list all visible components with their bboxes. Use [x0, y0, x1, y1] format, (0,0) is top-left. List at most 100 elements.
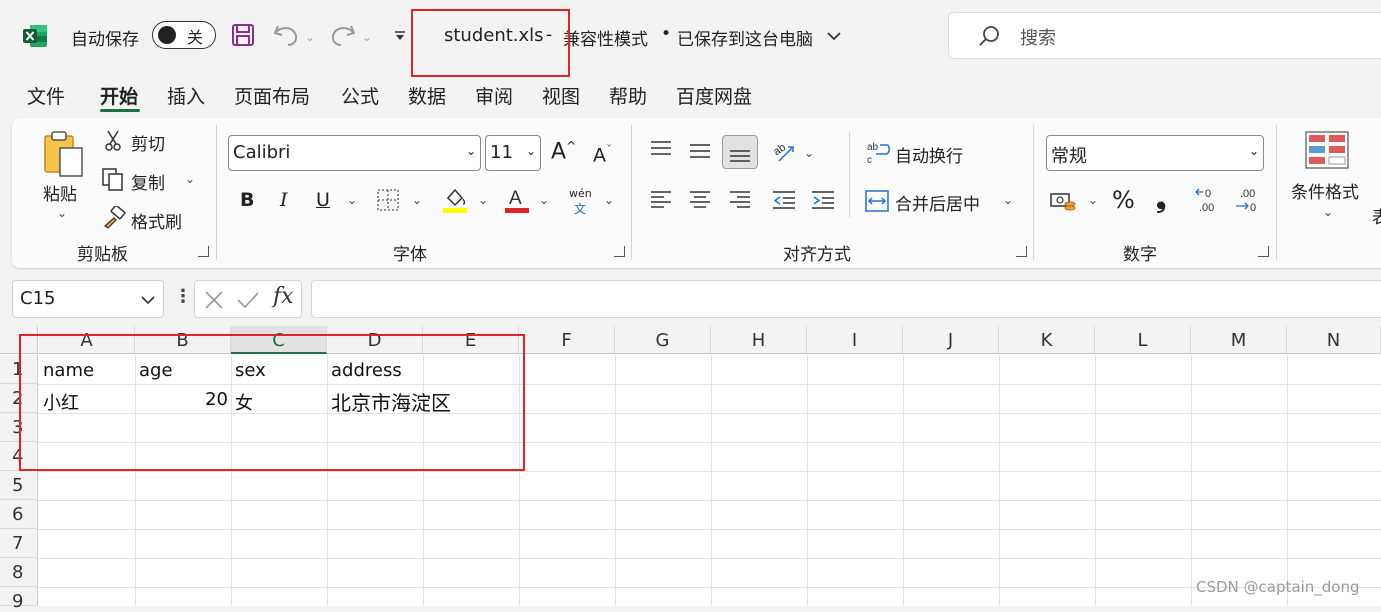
undo-dropdown-icon[interactable]: ⌄	[305, 30, 315, 44]
underline-button[interactable]: U	[316, 189, 330, 211]
align-right-icon[interactable]	[729, 190, 751, 210]
group-divider	[1276, 125, 1277, 260]
column-header-l[interactable]: L	[1095, 326, 1191, 354]
column-header-m[interactable]: M	[1191, 326, 1287, 354]
column-header-k[interactable]: K	[999, 326, 1095, 354]
format-painter-icon[interactable]	[102, 206, 126, 230]
tab-review[interactable]: 审阅	[475, 82, 513, 109]
paste-dropdown-icon[interactable]: ⌄	[57, 206, 67, 220]
row-header-5[interactable]: 5	[0, 471, 38, 500]
undo-icon[interactable]	[272, 22, 300, 48]
underline-dropdown-icon[interactable]: ⌄	[347, 193, 357, 207]
cancel-icon[interactable]	[204, 290, 224, 310]
conditional-formatting-dropdown-icon[interactable]: ⌄	[1323, 205, 1333, 219]
wrap-text-icon[interactable]: ab c	[866, 140, 890, 166]
align-bottom-button[interactable]	[722, 135, 758, 169]
cut-icon[interactable]	[104, 130, 122, 152]
tab-baidu-netdisk[interactable]: 百度网盘	[676, 82, 752, 109]
save-status[interactable]: 已保存到这台电脑	[677, 25, 813, 50]
search-box[interactable]: 搜索	[948, 12, 1381, 59]
column-header-h[interactable]: H	[711, 326, 807, 354]
font-launcher-icon[interactable]	[614, 246, 625, 257]
copy-icon[interactable]	[102, 168, 124, 192]
font-size-select[interactable]: 11 ⌄	[485, 135, 541, 171]
tab-data[interactable]: 数据	[408, 82, 446, 109]
grid-line	[807, 355, 808, 606]
fill-color-icon[interactable]	[442, 186, 468, 214]
bold-button[interactable]: B	[240, 189, 254, 211]
align-center-icon[interactable]	[689, 190, 711, 210]
align-left-icon[interactable]	[650, 190, 672, 210]
tab-insert[interactable]: 插入	[167, 82, 205, 109]
copy-label[interactable]: 复制	[131, 169, 165, 194]
more-options-icon[interactable]: ⋮	[174, 286, 192, 307]
enter-icon[interactable]	[236, 290, 260, 310]
cut-label[interactable]: 剪切	[131, 130, 165, 155]
tab-formulas[interactable]: 公式	[341, 82, 379, 109]
font-color-icon[interactable]: A	[504, 186, 530, 214]
alignment-launcher-icon[interactable]	[1016, 246, 1027, 257]
paste-label[interactable]: 粘贴	[43, 180, 77, 205]
row-header-9[interactable]: 9	[0, 587, 38, 612]
decrease-decimal-icon[interactable]: .00 0	[1234, 186, 1260, 214]
font-color-dropdown-icon[interactable]: ⌄	[539, 193, 549, 207]
orientation-icon[interactable]: ab	[771, 139, 797, 165]
tab-view[interactable]: 视图	[542, 82, 580, 109]
borders-dropdown-icon[interactable]: ⌄	[412, 193, 422, 207]
redo-icon[interactable]	[329, 22, 357, 48]
column-header-n[interactable]: N	[1287, 326, 1381, 354]
fill-color-dropdown-icon[interactable]: ⌄	[478, 193, 488, 207]
format-painter-label[interactable]: 格式刷	[131, 208, 182, 233]
row-header-7[interactable]: 7	[0, 529, 38, 558]
save-icon[interactable]	[231, 23, 255, 47]
column-header-j[interactable]: J	[903, 326, 999, 354]
customize-toolbar-icon[interactable]	[393, 30, 407, 42]
column-header-f[interactable]: F	[519, 326, 615, 354]
insert-function-button[interactable]: fx	[273, 284, 294, 309]
percent-style-button[interactable]: %	[1112, 186, 1135, 214]
format-as-table-label[interactable]: 表	[1372, 203, 1381, 228]
borders-icon[interactable]	[376, 188, 400, 212]
tab-page-layout[interactable]: 页面布局	[234, 82, 310, 109]
comma-style-button[interactable]: ❟	[1156, 184, 1166, 215]
conditional-formatting-icon[interactable]	[1305, 131, 1349, 169]
number-format-select[interactable]: 常规 ⌄	[1046, 135, 1264, 171]
autosave-toggle[interactable]: 关	[152, 21, 216, 49]
clipboard-launcher-icon[interactable]	[198, 246, 209, 257]
orientation-dropdown-icon[interactable]: ⌄	[804, 146, 814, 160]
merge-dropdown-icon[interactable]: ⌄	[1003, 193, 1013, 207]
chevron-down-icon	[141, 296, 155, 305]
decrease-font-size-icon[interactable]: Aˇ	[593, 143, 612, 166]
name-box[interactable]: C15	[12, 280, 164, 318]
align-top-icon[interactable]	[650, 140, 672, 160]
paste-icon[interactable]	[42, 130, 86, 178]
row-header-6[interactable]: 6	[0, 500, 38, 529]
column-header-i[interactable]: I	[807, 326, 903, 354]
align-middle-icon[interactable]	[689, 140, 711, 160]
phonetic-guide-char[interactable]: 文	[574, 200, 586, 217]
font-name-select[interactable]: Calibri ⌄	[228, 135, 481, 171]
italic-button[interactable]: I	[280, 189, 288, 211]
wrap-text-label[interactable]: 自动换行	[895, 142, 963, 167]
redo-dropdown-icon[interactable]: ⌄	[362, 30, 372, 44]
tab-help[interactable]: 帮助	[609, 82, 647, 109]
decrease-indent-icon[interactable]	[772, 190, 796, 210]
tab-file[interactable]: 文件	[27, 82, 65, 109]
copy-dropdown-icon[interactable]: ⌄	[185, 172, 195, 186]
merge-center-icon[interactable]	[865, 190, 889, 212]
row-header-8[interactable]: 8	[0, 558, 38, 587]
merge-center-label[interactable]: 合并后居中	[895, 190, 980, 215]
phonetic-dropdown-icon[interactable]: ⌄	[604, 193, 614, 207]
conditional-formatting-label[interactable]: 条件格式	[1291, 178, 1359, 203]
increase-indent-icon[interactable]	[811, 190, 835, 210]
tab-home[interactable]: 开始	[100, 82, 138, 109]
formula-input[interactable]	[311, 280, 1381, 318]
increase-decimal-icon[interactable]: 0 .00	[1195, 186, 1221, 214]
accounting-format-icon[interactable]	[1050, 190, 1078, 214]
column-header-g[interactable]: G	[615, 326, 711, 354]
phonetic-guide-pinyin[interactable]: wén	[569, 187, 592, 200]
increase-font-size-icon[interactable]: A^	[551, 139, 576, 164]
number-launcher-icon[interactable]	[1258, 246, 1269, 257]
chevron-down-icon[interactable]	[826, 30, 842, 42]
accounting-dropdown-icon[interactable]: ⌄	[1088, 193, 1098, 207]
